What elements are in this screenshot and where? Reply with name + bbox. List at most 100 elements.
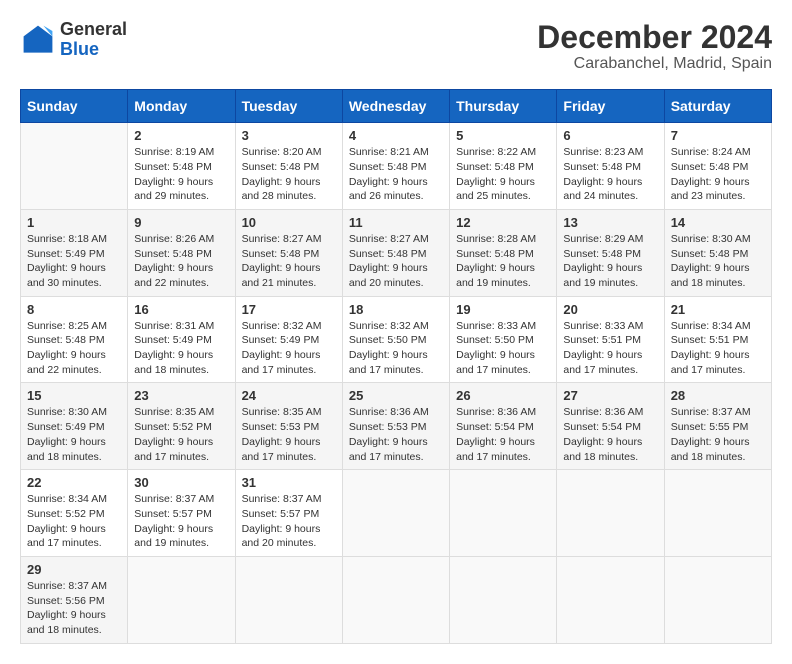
- cell-content: Sunrise: 8:27 AMSunset: 5:48 PMDaylight:…: [242, 232, 336, 291]
- day-number: 17: [242, 302, 336, 317]
- calendar-cell: 16Sunrise: 8:31 AMSunset: 5:49 PMDayligh…: [128, 296, 235, 383]
- day-of-week-header: Saturday: [664, 90, 771, 123]
- logo: General Blue: [20, 20, 127, 60]
- cell-content: Sunrise: 8:37 AMSunset: 5:57 PMDaylight:…: [134, 492, 228, 551]
- calendar-week-row: 2Sunrise: 8:19 AMSunset: 5:48 PMDaylight…: [21, 123, 772, 210]
- day-number: 3: [242, 128, 336, 143]
- day-number: 1: [27, 215, 121, 230]
- month-year-title: December 2024: [537, 20, 772, 55]
- cell-content: Sunrise: 8:37 AMSunset: 5:56 PMDaylight:…: [27, 579, 121, 638]
- day-of-week-header: Sunday: [21, 90, 128, 123]
- calendar-cell: 9Sunrise: 8:26 AMSunset: 5:48 PMDaylight…: [128, 209, 235, 296]
- calendar-cell: 6 Sunrise: 8:23 AMSunset: 5:48 PMDaylight…: [557, 123, 664, 210]
- logo-icon: [20, 22, 56, 58]
- calendar-cell: [664, 470, 771, 557]
- calendar-cell: 1Sunrise: 8:18 AMSunset: 5:49 PMDaylight…: [21, 209, 128, 296]
- cell-content: Sunrise: 8:35 AMSunset: 5:52 PMDaylight:…: [134, 405, 228, 464]
- day-of-week-header: Thursday: [450, 90, 557, 123]
- day-of-week-header: Monday: [128, 90, 235, 123]
- day-number: 5: [456, 128, 550, 143]
- cell-content: Sunrise: 8:22 AMSunset: 5:48 PMDaylight:…: [456, 145, 550, 204]
- day-number: 22: [27, 475, 121, 490]
- cell-content: Sunrise: 8:25 AMSunset: 5:48 PMDaylight:…: [27, 319, 121, 378]
- calendar-cell: 19 Sunrise: 8:33 AMSunset: 5:50 PMDayligh…: [450, 296, 557, 383]
- day-of-week-header: Friday: [557, 90, 664, 123]
- calendar-cell: [664, 556, 771, 643]
- cell-content: Sunrise: 8:33 AMSunset: 5:50 PMDaylight:…: [456, 319, 550, 378]
- calendar-cell: 26Sunrise: 8:36 AMSunset: 5:54 PMDayligh…: [450, 383, 557, 470]
- day-number: 19: [456, 302, 550, 317]
- calendar-cell: [235, 556, 342, 643]
- calendar-week-row: 22 Sunrise: 8:34 AMSunset: 5:52 PMDayligh…: [21, 470, 772, 557]
- calendar-cell: 30Sunrise: 8:37 AMSunset: 5:57 PMDayligh…: [128, 470, 235, 557]
- cell-content: Sunrise: 8:24 AMSunset: 5:48 PMDaylight:…: [671, 145, 765, 204]
- calendar-cell: 13 Sunrise: 8:29 AMSunset: 5:48 PMDayligh…: [557, 209, 664, 296]
- day-number: 25: [349, 388, 443, 403]
- calendar-week-row: 29Sunrise: 8:37 AMSunset: 5:56 PMDayligh…: [21, 556, 772, 643]
- cell-content: Sunrise: 8:30 AMSunset: 5:48 PMDaylight:…: [671, 232, 765, 291]
- day-number: 20: [563, 302, 657, 317]
- cell-content: Sunrise: 8:37 AMSunset: 5:55 PMDaylight:…: [671, 405, 765, 464]
- calendar-cell: 31 Sunrise: 8:37 AMSunset: 5:57 PMDayligh…: [235, 470, 342, 557]
- calendar-cell: 28 Sunrise: 8:37 AMSunset: 5:55 PMDayligh…: [664, 383, 771, 470]
- day-number: 10: [242, 215, 336, 230]
- calendar-cell: [557, 556, 664, 643]
- calendar-cell: 17 Sunrise: 8:32 AMSunset: 5:49 PMDayligh…: [235, 296, 342, 383]
- logo-text: General Blue: [60, 20, 127, 60]
- calendar-cell: 5 Sunrise: 8:22 AMSunset: 5:48 PMDaylight…: [450, 123, 557, 210]
- cell-content: Sunrise: 8:34 AMSunset: 5:52 PMDaylight:…: [27, 492, 121, 551]
- calendar-cell: 22 Sunrise: 8:34 AMSunset: 5:52 PMDayligh…: [21, 470, 128, 557]
- calendar-cell: 21Sunrise: 8:34 AMSunset: 5:51 PMDayligh…: [664, 296, 771, 383]
- day-number: 8: [27, 302, 121, 317]
- calendar-cell: 11 Sunrise: 8:27 AMSunset: 5:48 PMDayligh…: [342, 209, 449, 296]
- day-number: 11: [349, 215, 443, 230]
- cell-content: Sunrise: 8:37 AMSunset: 5:57 PMDaylight:…: [242, 492, 336, 551]
- day-of-week-header: Tuesday: [235, 90, 342, 123]
- calendar-cell: 18Sunrise: 8:32 AMSunset: 5:50 PMDayligh…: [342, 296, 449, 383]
- cell-content: Sunrise: 8:19 AMSunset: 5:48 PMDaylight:…: [134, 145, 228, 204]
- cell-content: Sunrise: 8:27 AMSunset: 5:48 PMDaylight:…: [349, 232, 443, 291]
- cell-content: Sunrise: 8:36 AMSunset: 5:53 PMDaylight:…: [349, 405, 443, 464]
- calendar-cell: 8 Sunrise: 8:25 AMSunset: 5:48 PMDaylight…: [21, 296, 128, 383]
- calendar-cell: 23Sunrise: 8:35 AMSunset: 5:52 PMDayligh…: [128, 383, 235, 470]
- cell-content: Sunrise: 8:29 AMSunset: 5:48 PMDaylight:…: [563, 232, 657, 291]
- calendar-week-row: 8 Sunrise: 8:25 AMSunset: 5:48 PMDaylight…: [21, 296, 772, 383]
- day-number: 15: [27, 388, 121, 403]
- cell-content: Sunrise: 8:35 AMSunset: 5:53 PMDaylight:…: [242, 405, 336, 464]
- calendar-cell: 29Sunrise: 8:37 AMSunset: 5:56 PMDayligh…: [21, 556, 128, 643]
- day-number: 28: [671, 388, 765, 403]
- logo-blue-text: Blue: [60, 39, 99, 59]
- day-number: 24: [242, 388, 336, 403]
- cell-content: Sunrise: 8:32 AMSunset: 5:49 PMDaylight:…: [242, 319, 336, 378]
- calendar-table: SundayMondayTuesdayWednesdayThursdayFrid…: [20, 89, 772, 644]
- cell-content: Sunrise: 8:23 AMSunset: 5:48 PMDaylight:…: [563, 145, 657, 204]
- calendar-header-row: SundayMondayTuesdayWednesdayThursdayFrid…: [21, 90, 772, 123]
- calendar-cell: [450, 470, 557, 557]
- cell-content: Sunrise: 8:36 AMSunset: 5:54 PMDaylight:…: [456, 405, 550, 464]
- cell-content: Sunrise: 8:34 AMSunset: 5:51 PMDaylight:…: [671, 319, 765, 378]
- calendar-cell: [128, 556, 235, 643]
- title-block: December 2024 Carabanchel, Madrid, Spain: [537, 20, 772, 73]
- day-number: 13: [563, 215, 657, 230]
- day-number: 7: [671, 128, 765, 143]
- day-number: 6: [563, 128, 657, 143]
- calendar-cell: 2Sunrise: 8:19 AMSunset: 5:48 PMDaylight…: [128, 123, 235, 210]
- calendar-cell: 4Sunrise: 8:21 AMSunset: 5:48 PMDaylight…: [342, 123, 449, 210]
- cell-content: Sunrise: 8:21 AMSunset: 5:48 PMDaylight:…: [349, 145, 443, 204]
- cell-content: Sunrise: 8:30 AMSunset: 5:49 PMDaylight:…: [27, 405, 121, 464]
- cell-content: Sunrise: 8:26 AMSunset: 5:48 PMDaylight:…: [134, 232, 228, 291]
- day-number: 12: [456, 215, 550, 230]
- calendar-week-row: 1Sunrise: 8:18 AMSunset: 5:49 PMDaylight…: [21, 209, 772, 296]
- cell-content: Sunrise: 8:31 AMSunset: 5:49 PMDaylight:…: [134, 319, 228, 378]
- day-number: 14: [671, 215, 765, 230]
- calendar-cell: 7 Sunrise: 8:24 AMSunset: 5:48 PMDaylight…: [664, 123, 771, 210]
- calendar-cell: 27Sunrise: 8:36 AMSunset: 5:54 PMDayligh…: [557, 383, 664, 470]
- calendar-week-row: 15 Sunrise: 8:30 AMSunset: 5:49 PMDayligh…: [21, 383, 772, 470]
- calendar-cell: 3 Sunrise: 8:20 AMSunset: 5:48 PMDaylight…: [235, 123, 342, 210]
- cell-content: Sunrise: 8:20 AMSunset: 5:48 PMDaylight:…: [242, 145, 336, 204]
- logo-general-text: General: [60, 19, 127, 39]
- location-subtitle: Carabanchel, Madrid, Spain: [537, 55, 772, 73]
- day-number: 31: [242, 475, 336, 490]
- calendar-cell: 12Sunrise: 8:28 AMSunset: 5:48 PMDayligh…: [450, 209, 557, 296]
- calendar-cell: 15 Sunrise: 8:30 AMSunset: 5:49 PMDayligh…: [21, 383, 128, 470]
